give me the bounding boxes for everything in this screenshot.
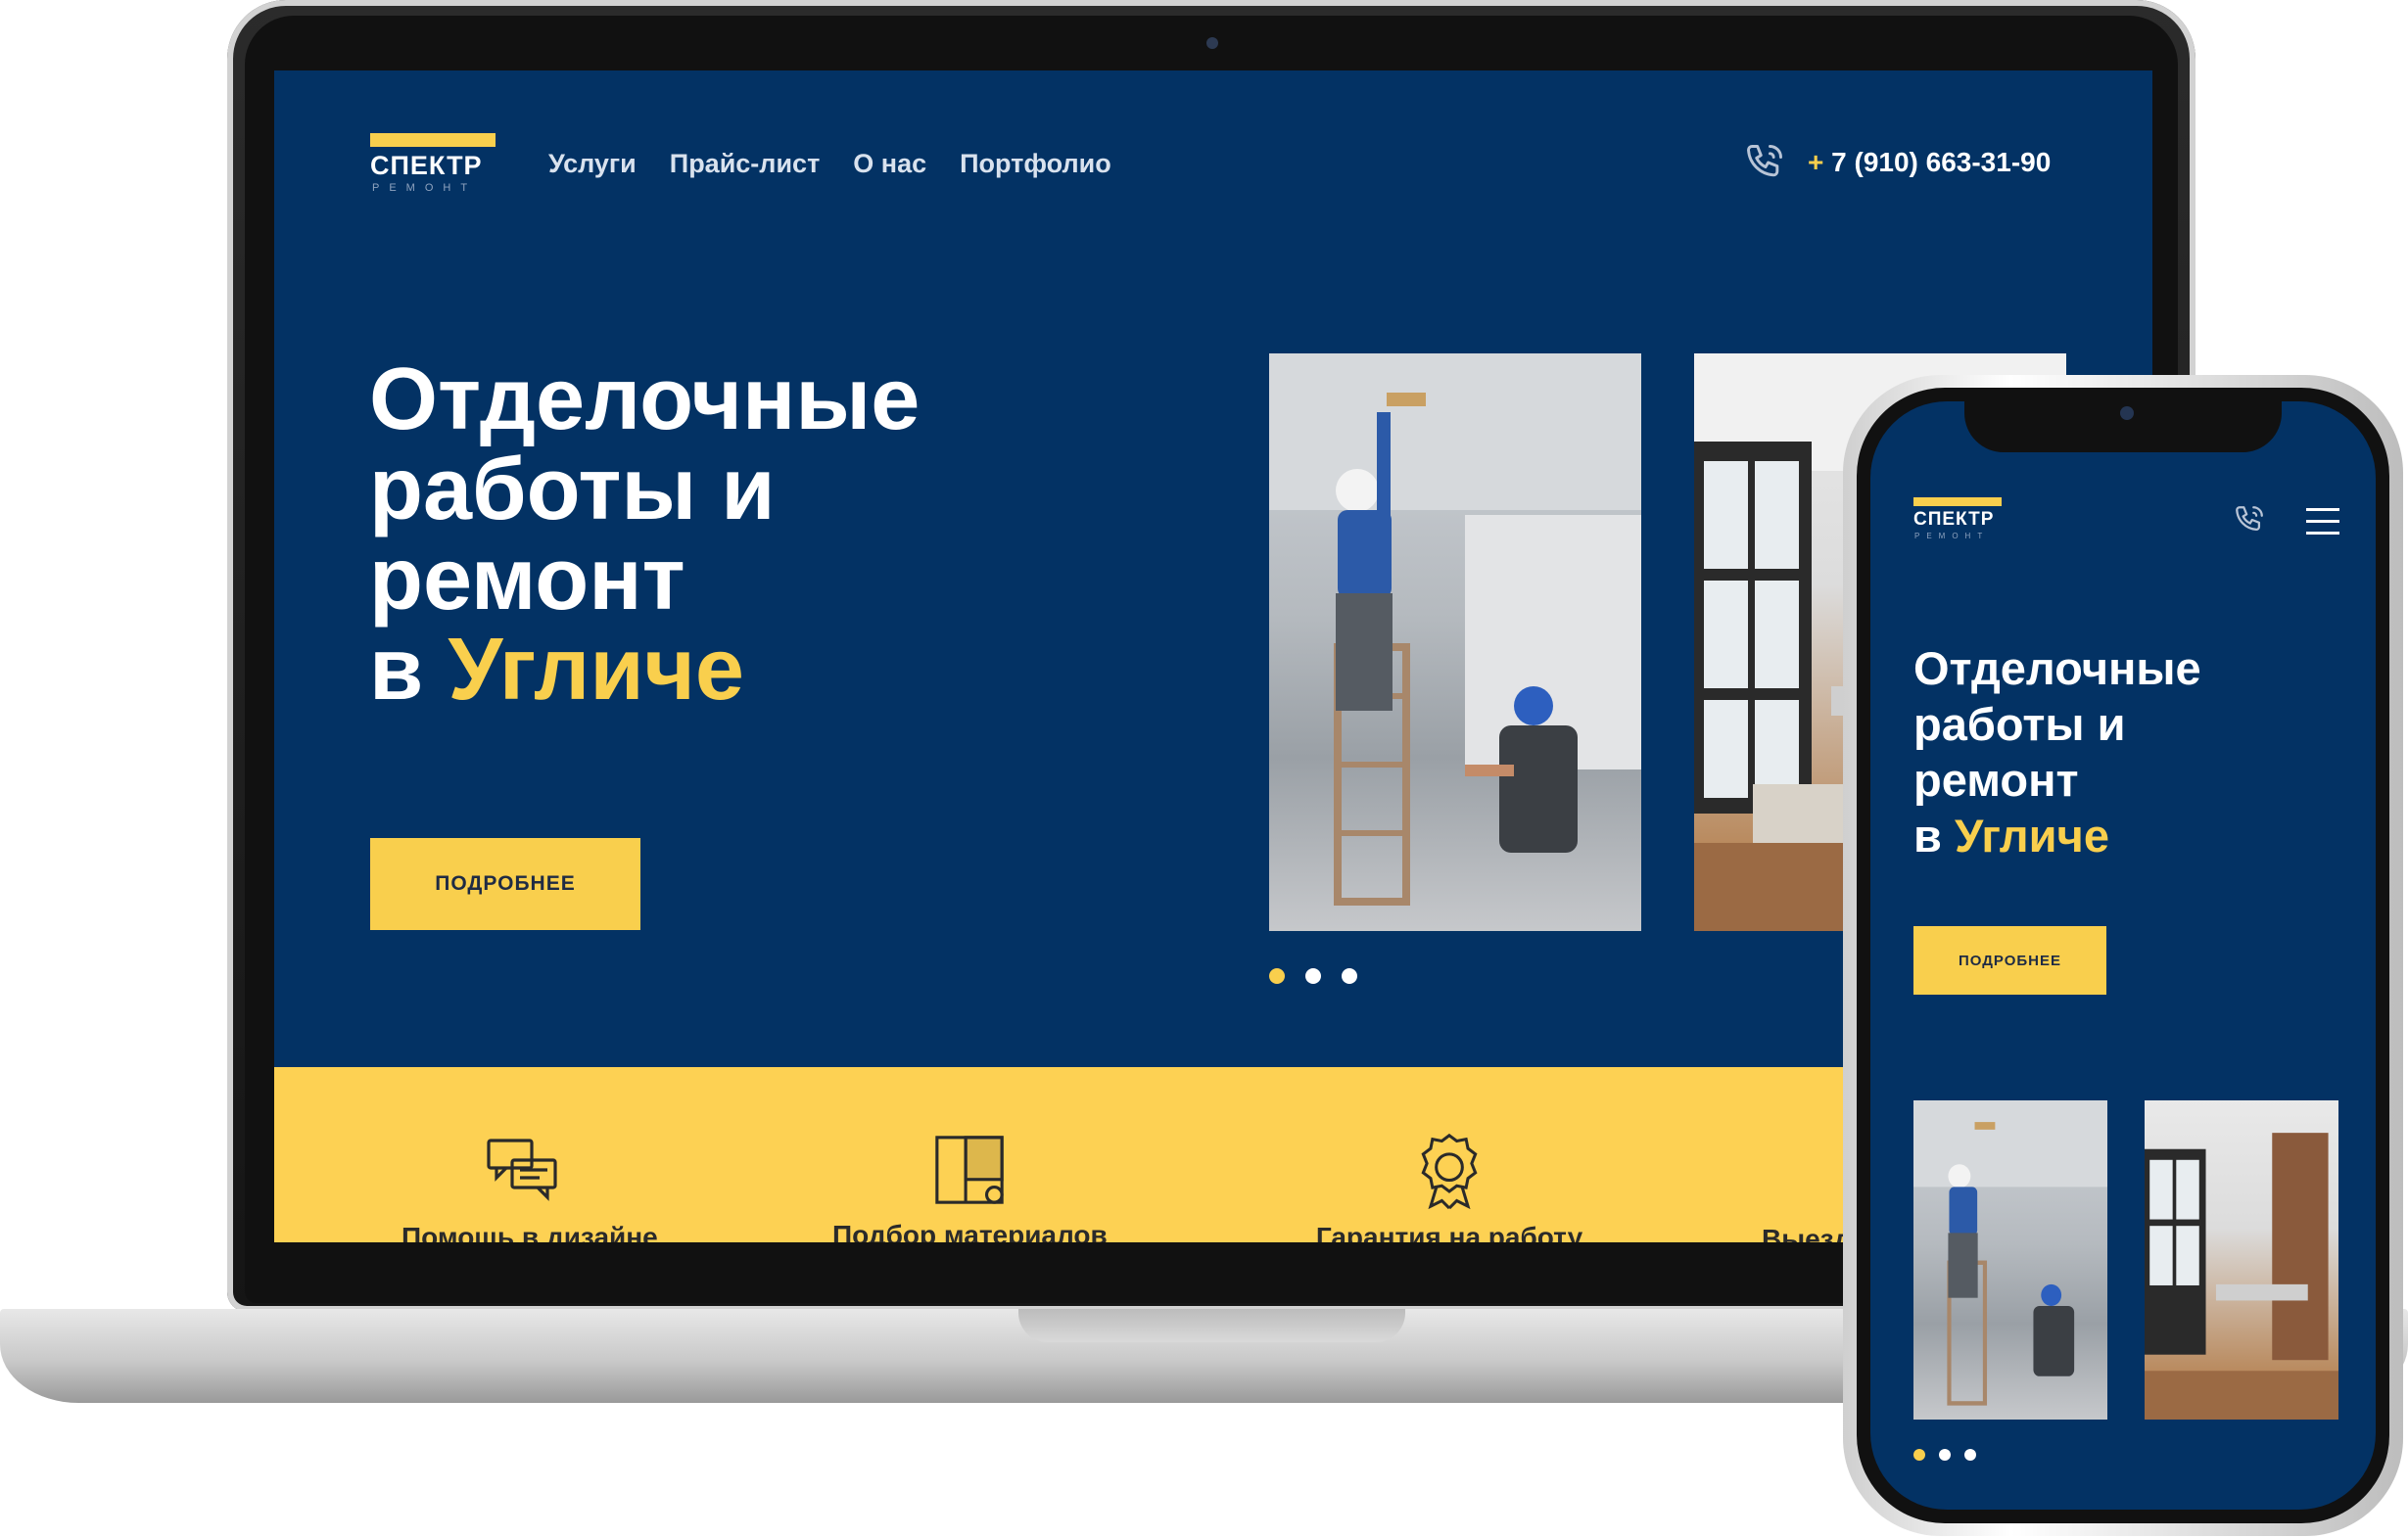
phone-screen: СПЕКТР РЕМОНТ Отделочные работы и ремонт… (1870, 401, 2376, 1510)
slide-photo-workers (1269, 353, 1641, 931)
hero-title-line-2: работы и (369, 441, 776, 538)
guarantee-badge-icon (1421, 1133, 1478, 1210)
header-phone[interactable]: + 7 (910) 663-31-90 (1743, 141, 2051, 184)
feature-label: Гарантия на работу (1315, 1222, 1583, 1242)
chat-bubbles-icon (487, 1139, 557, 1201)
mobile-logo-tagline: РЕМОНТ (1914, 532, 1990, 540)
feature-guarantee: Гарантия на работу (1307, 1132, 1591, 1242)
phone-icon[interactable] (2233, 503, 2266, 536)
mobile-slide-photo-interior (2145, 1100, 2338, 1420)
menu-icon[interactable] (2306, 508, 2339, 543)
slider-dot-2[interactable] (1305, 968, 1321, 984)
slider-dot-1[interactable] (1269, 968, 1285, 984)
mobile-hero-line-2: работы и (1913, 698, 2126, 750)
mobile-hero-line-1: Отделочные (1913, 642, 2201, 694)
nav-item-price-list[interactable]: Прайс-лист (670, 149, 821, 179)
laptop-notch (1018, 1309, 1405, 1342)
feature-materials: Подбор материалов (832, 1132, 1108, 1242)
logo-bar (370, 133, 496, 147)
mobile-slide-photo-workers (1913, 1100, 2107, 1420)
main-nav: Услуги Прайс-лист О нас Портфолио (548, 149, 1111, 179)
hero-title-prefix: в (369, 621, 449, 719)
feature-design-help: Помощь в дизайне (401, 1136, 658, 1242)
learn-more-button[interactable]: ПОДРОБНЕЕ (370, 838, 640, 930)
mobile-logo[interactable]: СПЕКТР РЕМОНТ (1913, 497, 2011, 546)
mobile-logo-name: СПЕКТР (1913, 509, 1995, 530)
mobile-slider-dot-3[interactable] (1964, 1449, 1976, 1461)
nav-item-about[interactable]: О нас (853, 149, 926, 179)
mobile-logo-bar (1913, 497, 2002, 506)
hero-title-city: Угличе (448, 621, 744, 719)
feature-label: Подбор материалов (832, 1220, 1108, 1242)
phone-number[interactable]: + 7 (910) 663-31-90 (1808, 147, 2051, 178)
mobile-hero-line-4: в Угличе (1913, 808, 2109, 863)
mobile-learn-more-button[interactable]: ПОДРОБНЕЕ (1913, 926, 2106, 995)
nav-item-portfolio[interactable]: Портфолио (960, 149, 1111, 179)
logo[interactable]: СПЕКТР РЕМОНТ (370, 133, 497, 200)
laptop-camera (1206, 37, 1218, 49)
mobile-slider-dot-2[interactable] (1939, 1449, 1951, 1461)
mobile-hero-line-3: ремонт (1913, 754, 2079, 806)
hero-title-line-3: ремонт (369, 531, 685, 629)
hero-title-line-1: Отделочные (369, 350, 921, 448)
hero-title-line-4: в Угличе (369, 625, 744, 715)
nav-item-services[interactable]: Услуги (548, 149, 637, 179)
mobile-slider-dot-1[interactable] (1913, 1449, 1925, 1461)
logo-tagline: РЕМОНТ (372, 182, 478, 194)
feature-label: Помощь в дизайне (401, 1222, 658, 1242)
mobile-hero-prefix: в (1913, 810, 1955, 862)
phone-camera (2120, 406, 2134, 420)
phone-icon (1747, 145, 1782, 177)
mobile-hero-city: Угличе (1954, 810, 2109, 862)
logo-name: СПЕКТР (370, 151, 483, 180)
slider-dot-3[interactable] (1342, 968, 1357, 984)
wallpaper-roll-icon (935, 1136, 1004, 1204)
